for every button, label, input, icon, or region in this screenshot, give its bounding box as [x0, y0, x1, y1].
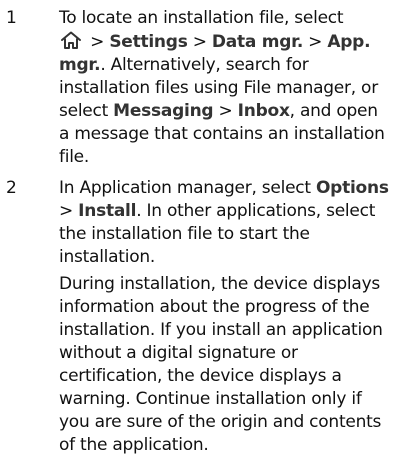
- menu-data-mgr: Data mgr.: [211, 32, 304, 52]
- step-1: 1 To locate an installation file, select…: [6, 7, 391, 173]
- step-text: To locate an installation file, select: [59, 8, 344, 28]
- step-paragraph: In Application manager, select Options >…: [59, 177, 391, 269]
- step-number: 1: [6, 8, 17, 28]
- step-note-paragraph: During installation, the device displays…: [59, 274, 383, 455]
- separator: >: [303, 32, 328, 52]
- step-2: 2 In Application manager, select Options…: [6, 177, 391, 461]
- menu-messaging: Messaging: [113, 101, 214, 121]
- separator: >: [213, 101, 238, 121]
- menu-settings: Settings: [109, 32, 188, 52]
- separator: >: [59, 201, 79, 221]
- menu-inbox: Inbox: [237, 101, 290, 121]
- home-icon: [59, 30, 83, 50]
- separator: >: [187, 32, 212, 52]
- menu-options: Options: [315, 178, 389, 198]
- step-body: To locate an installation file, select >…: [59, 7, 391, 173]
- step-text: In Application manager, select: [59, 178, 316, 198]
- menu-install: Install: [78, 201, 137, 221]
- separator: >: [85, 32, 110, 52]
- step-paragraph: To locate an installation file, select >…: [59, 7, 391, 169]
- step-body: In Application manager, select Options >…: [59, 177, 391, 461]
- step-number: 2: [6, 178, 17, 198]
- document-page: 1 To locate an installation file, select…: [0, 0, 397, 466]
